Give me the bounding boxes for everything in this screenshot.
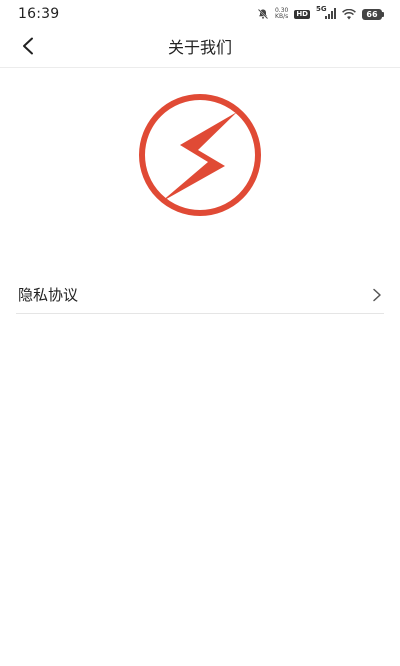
lightning-bolt-logo-icon <box>139 94 261 216</box>
status-time: 16:39 <box>18 6 60 22</box>
status-bar: 16:39 0.30 KB/s HD 5G 66 <box>0 0 400 28</box>
cellular-signal-icon: 5G <box>316 5 336 20</box>
about-us-screen: 16:39 0.30 KB/s HD 5G 66 关于我们 隐私协议 <box>0 0 400 666</box>
status-icons: 0.30 KB/s HD 5G 66 <box>257 5 384 20</box>
mute-bell-icon <box>257 8 269 20</box>
app-logo <box>137 92 263 218</box>
battery-icon: 66 <box>362 8 384 20</box>
wifi-icon <box>342 8 356 20</box>
privacy-policy-row[interactable]: 隐私协议 <box>16 276 384 314</box>
battery-level: 66 <box>362 8 382 20</box>
page-title: 关于我们 <box>167 38 232 57</box>
privacy-policy-label: 隐私协议 <box>18 286 79 304</box>
network-speed-unit: KB/s <box>275 13 289 20</box>
chevron-right-icon <box>370 288 384 302</box>
hd-badge: HD <box>294 9 310 19</box>
navigation-bar: 关于我们 <box>0 28 400 68</box>
network-speed: 0.30 KB/s <box>275 8 288 20</box>
